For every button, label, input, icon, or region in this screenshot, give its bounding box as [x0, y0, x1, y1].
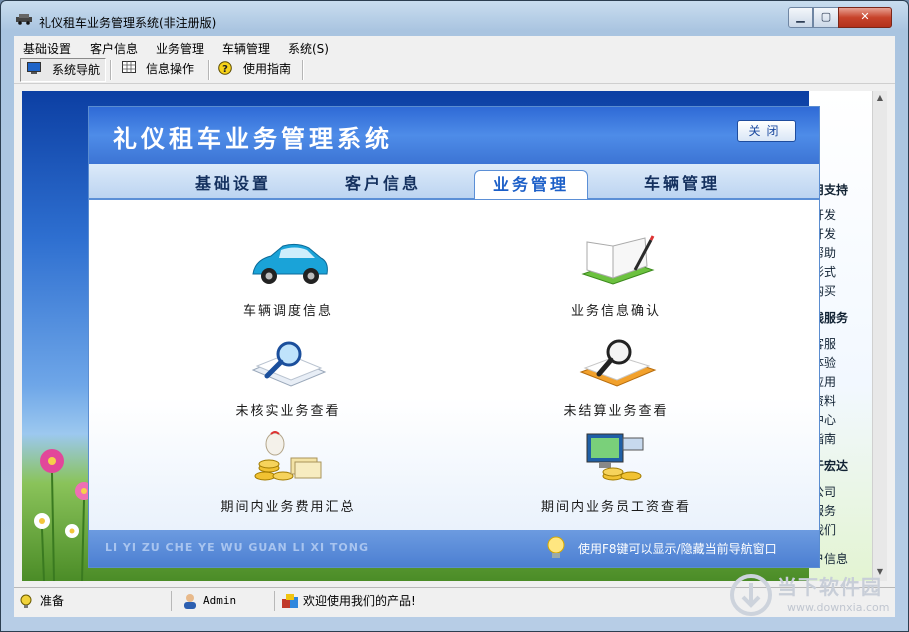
toolbar-separator [110, 60, 112, 80]
tile-label: 未核实业务查看 [235, 404, 341, 419]
tile-label: 期间内业务员工资查看 [540, 500, 691, 515]
status-user-text: Admin [203, 594, 237, 607]
watermark-url: www.downxia.com [787, 601, 890, 614]
watermark-logo-icon [730, 574, 772, 616]
tab-basic-settings[interactable]: 基础设置 [173, 170, 293, 198]
status-ready: 准备 [16, 591, 172, 611]
lightbulb-icon [547, 536, 565, 558]
menu-system[interactable]: 系统(S) [288, 40, 329, 57]
tile-fee-summary[interactable]: 期间内业务费用汇总 [188, 430, 388, 515]
boxes-icon [282, 594, 298, 608]
status-welcome-text: 欢迎使用我们的产品! [303, 594, 416, 608]
toolbar-info-ops-button[interactable]: 信息操作 [118, 58, 202, 80]
nav-header: 礼仪租车业务管理系统 关闭 [89, 107, 819, 164]
app-window: 礼仪租车业务管理系统(非注册版) ▁ ▢ ✕ 基础设置 客户信息 业务管理 车辆… [0, 0, 909, 632]
close-button[interactable]: ✕ [838, 7, 892, 28]
toolbar-label: 系统导航 [52, 63, 101, 77]
minimize-button[interactable]: ▁ [788, 7, 813, 28]
user-icon [184, 594, 196, 609]
tile-label: 未结算业务查看 [563, 404, 669, 419]
book-pen-icon [581, 235, 655, 285]
menu-vehicle-management[interactable]: 车辆管理 [222, 40, 270, 57]
tab-customer-info[interactable]: 客户信息 [323, 170, 443, 198]
footer-pinyin: LI YI ZU CHE YE WU GUAN LI XI TONG [105, 541, 369, 554]
grid-icon [122, 61, 136, 73]
nav-footer: LI YI ZU CHE YE WU GUAN LI XI TONG 使用F8键… [89, 530, 819, 567]
status-ready-text: 准备 [40, 594, 65, 608]
help-icon: ? [218, 61, 232, 75]
toolbar-label: 使用指南 [243, 62, 292, 76]
nav-close-button[interactable]: 关闭 [737, 120, 796, 142]
status-welcome: 欢迎使用我们的产品! [279, 591, 709, 611]
scroll-up-icon[interactable]: ▲ [875, 93, 885, 103]
coins-money-icon [254, 431, 322, 481]
watermark: 当下软件园 www.downxia.com [729, 571, 899, 629]
navigation-panel: 礼仪租车业务管理系统 关闭 基础设置 客户信息 业务管理 车辆管理 车辆调度信息 [88, 106, 820, 568]
nav-body: 车辆调度信息 业务信息确认 未核实业务查看 未结算业务查看 期间内业务费用汇总 … [89, 200, 819, 530]
footer-hint: 使用F8键可以显示/隐藏当前导航窗口 [578, 542, 777, 556]
toolbar: 系统导航 信息操作 ? 使用指南 [14, 56, 895, 84]
tile-label: 业务信息确认 [570, 304, 661, 319]
menu-business-management[interactable]: 业务管理 [156, 40, 204, 57]
folder-magnifier-icon [579, 339, 657, 387]
monitor-icon [27, 62, 41, 74]
nav-title: 礼仪租车业务管理系统 [113, 125, 393, 153]
tile-vehicle-dispatch[interactable]: 车辆调度信息 [188, 234, 388, 319]
tile-unsettled-business[interactable]: 未结算业务查看 [516, 334, 716, 419]
toolbar-separator [302, 60, 304, 80]
title-bar[interactable]: 礼仪租车业务管理系统(非注册版) ▁ ▢ ✕ [1, 1, 908, 35]
tile-unverified-business[interactable]: 未核实业务查看 [188, 334, 388, 419]
tab-business-management[interactable]: 业务管理 [474, 170, 588, 199]
vertical-scrollbar[interactable]: ▲ ▼ [872, 91, 887, 581]
menu-bar: 基础设置 客户信息 业务管理 车辆管理 系统(S) [14, 36, 895, 56]
bulb-status-icon [20, 594, 32, 608]
toolbar-label: 信息操作 [146, 62, 195, 76]
svg-text:?: ? [222, 64, 228, 75]
watermark-text: 当下软件园 [777, 575, 882, 599]
toolbar-system-nav-button[interactable]: 系统导航 [20, 58, 106, 82]
tile-business-confirm[interactable]: 业务信息确认 [516, 234, 716, 319]
tile-label: 车辆调度信息 [242, 304, 333, 319]
tile-label: 期间内业务费用汇总 [220, 500, 356, 515]
car-icon [252, 243, 328, 284]
documents-magnifier-icon [251, 341, 327, 387]
nav-tabbar: 基础设置 客户信息 业务管理 车辆管理 [89, 164, 819, 200]
menu-customer-info[interactable]: 客户信息 [90, 40, 138, 57]
toolbar-separator [208, 60, 210, 80]
menu-basic-settings[interactable]: 基础设置 [23, 40, 71, 57]
window-title: 礼仪租车业务管理系统(非注册版) [39, 16, 217, 30]
status-user: Admin [179, 591, 275, 611]
tile-salary-view[interactable]: 期间内业务员工资查看 [516, 430, 716, 515]
tab-vehicle-management[interactable]: 车辆管理 [622, 170, 742, 198]
maximize-button[interactable]: ▢ [813, 7, 839, 28]
car-app-icon [16, 14, 32, 25]
toolbar-guide-button[interactable]: ? 使用指南 [216, 58, 300, 80]
monitor-coins-icon [586, 433, 644, 481]
